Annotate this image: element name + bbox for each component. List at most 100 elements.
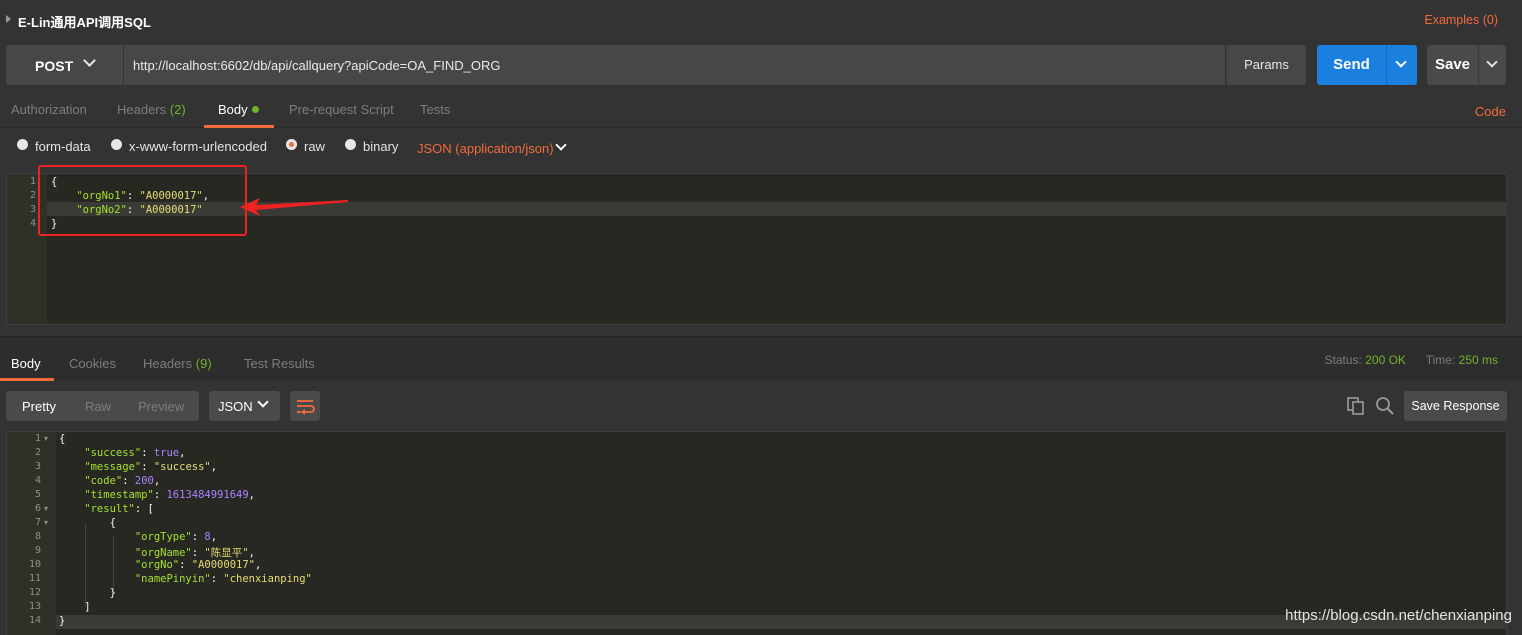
code-line: "code": 200,	[59, 475, 160, 487]
chevron-down-icon	[83, 54, 96, 67]
line-number: 10	[28, 559, 41, 570]
chevron-down-icon	[1395, 56, 1407, 68]
code-token: ,	[153, 475, 161, 487]
tab-response-body[interactable]: Body	[11, 356, 41, 371]
tab-label: Body	[218, 102, 248, 117]
code-token: :	[153, 489, 167, 501]
code-line: "success": true,	[59, 447, 185, 459]
line-number: 13	[28, 601, 41, 612]
code-token: }	[59, 587, 116, 599]
code-token: ,	[210, 531, 218, 543]
body-indicator-dot	[251, 106, 259, 113]
watermark: https://blog.csdn.net/chenxianping	[1285, 607, 1512, 624]
code-token: ,	[248, 547, 255, 559]
request-title-bar: E-Lin通用API调用SQL Examples (0)	[0, 0, 1522, 40]
tab-headers[interactable]: Headers (2)	[117, 102, 186, 117]
save-button[interactable]: Save	[1427, 45, 1478, 85]
code-token: 200	[134, 475, 154, 487]
code-line: "result": [	[59, 503, 154, 515]
format-preview-button[interactable]: Preview	[138, 399, 184, 414]
tab-label: Pre-request Script	[289, 102, 394, 117]
line-number: 3	[29, 204, 36, 215]
tab-authorization[interactable]: Authorization	[11, 102, 87, 117]
body-type-selector: form-data x-www-form-urlencoded raw bina…	[0, 130, 1522, 166]
code-token: true	[153, 447, 180, 459]
tab-test-results[interactable]: Test Results	[244, 356, 315, 371]
chevron-down-icon	[257, 396, 269, 408]
code-token: "chenxianping"	[223, 573, 312, 585]
request-title[interactable]: E-Lin通用API调用SQL	[18, 12, 151, 31]
tab-response-headers[interactable]: Headers (9)	[143, 356, 212, 371]
copy-icon[interactable]	[1347, 397, 1365, 416]
code-line: "namePinyin": "chenxianping"	[59, 573, 312, 585]
search-icon[interactable]	[1375, 396, 1395, 416]
wrap-lines-button[interactable]	[290, 391, 320, 421]
time-value: 250 ms	[1458, 353, 1498, 367]
code-line: "message": "success",	[59, 461, 217, 473]
params-button[interactable]: Params	[1226, 45, 1306, 85]
line-number: 12	[28, 587, 41, 598]
method-select[interactable]: POST	[6, 45, 123, 85]
url-input[interactable]: http://localhost:6602/db/api/callquery?a…	[124, 45, 1225, 85]
tab-cookies[interactable]: Cookies	[69, 356, 116, 371]
tab-label: Headers	[117, 102, 167, 117]
response-language-dropdown[interactable]: JSON	[209, 391, 280, 421]
tab-tests[interactable]: Tests	[420, 102, 450, 117]
line-number: 2	[29, 190, 36, 201]
code-token: :	[191, 531, 205, 543]
format-raw-button[interactable]: Raw	[85, 399, 111, 414]
title-caret-icon[interactable]	[6, 15, 11, 23]
tab-label: Tests	[420, 102, 451, 117]
format-pretty-button[interactable]: Pretty	[22, 399, 56, 414]
save-dropdown-button[interactable]	[1478, 45, 1506, 85]
code-token: ,	[179, 447, 186, 459]
radio-label: form-data	[35, 139, 91, 154]
response-status: Status: 200 OK Time: 250 ms	[1325, 353, 1498, 367]
code-token: "success"	[153, 461, 211, 473]
line-number: 14	[28, 615, 41, 626]
response-format-group: Pretty Raw Preview	[6, 391, 199, 421]
code-token: : [	[134, 503, 154, 515]
line-number: 4	[34, 475, 41, 486]
code-token: :	[141, 447, 154, 459]
line-number: 5	[34, 489, 41, 500]
content-type-dropdown[interactable]: JSON (application/json)	[417, 141, 554, 156]
fold-toggle-icon[interactable]: ▾	[44, 518, 48, 527]
send-dropdown-button[interactable]	[1386, 45, 1417, 85]
response-body-viewer[interactable]: 1 ▾{2 "success": true, 3 "message": "succe…	[6, 431, 1508, 635]
save-response-button[interactable]: Save Response	[1404, 391, 1507, 421]
radio-label: raw	[304, 139, 325, 154]
code-line: "timestamp": 1613484991649,	[59, 489, 255, 501]
line-number: 8	[34, 531, 41, 542]
url-bar: POST http://localhost:6602/db/api/callqu…	[6, 45, 1506, 85]
radio-circle	[111, 139, 122, 150]
code-token: :	[122, 475, 135, 487]
radio-label: binary	[363, 139, 399, 154]
code-link[interactable]: Code	[1475, 104, 1506, 119]
line-number: 3	[34, 461, 41, 472]
examples-link[interactable]: Examples (0)	[1424, 13, 1498, 27]
tab-pre-request-script[interactable]: Pre-request Script	[289, 102, 394, 117]
tab-label: Body	[11, 356, 41, 371]
annotation-highlight-box	[38, 165, 247, 236]
code-token: }	[59, 615, 66, 627]
line-number: 9	[34, 545, 41, 556]
code-token: :	[179, 559, 192, 571]
tab-body[interactable]: Body	[218, 102, 259, 117]
code-line: }	[59, 587, 116, 599]
send-button[interactable]: Send	[1317, 45, 1386, 85]
code-line: ]	[59, 601, 90, 613]
code-token: :	[191, 547, 205, 559]
fold-toggle-icon[interactable]: ▾	[44, 434, 48, 443]
fold-toggle-icon[interactable]: ▾	[44, 504, 48, 513]
code-token: :	[141, 461, 154, 473]
line-number: 2	[34, 447, 41, 458]
status-value: 200 OK	[1365, 353, 1406, 367]
code-token: 1613484991649	[166, 489, 249, 501]
line-number: 1	[29, 176, 36, 187]
code-line: "orgName": "陈显平",	[59, 545, 255, 560]
annotation-arrow-icon	[240, 198, 348, 216]
time-label: Time:	[1425, 353, 1456, 367]
code-token: ,	[254, 559, 262, 571]
code-token: "result"	[59, 503, 135, 515]
